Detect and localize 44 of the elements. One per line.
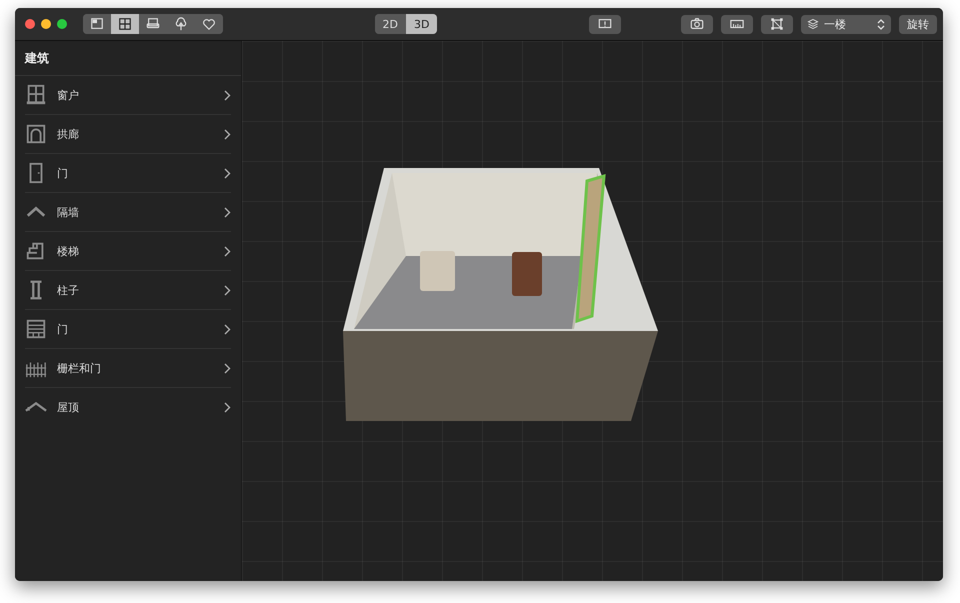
tool-button[interactable]: [721, 14, 753, 34]
sofa-icon: [146, 17, 160, 31]
tool-button[interactable]: [681, 14, 713, 34]
chevron-right-icon: [224, 402, 231, 412]
mode-tab[interactable]: 3D: [406, 14, 438, 34]
category-item[interactable]: 柱子: [25, 271, 231, 310]
chevron-right-icon: [224, 362, 231, 374]
window-icon: [25, 84, 47, 106]
sidebar-title: 建筑: [15, 41, 241, 76]
camera-icon: [690, 17, 704, 31]
tool-button[interactable]: [761, 14, 793, 34]
chevron-right-icon: [224, 284, 231, 296]
chevron-right-icon: [224, 206, 231, 218]
grid-icon: [118, 17, 132, 31]
arch-icon: [25, 123, 47, 145]
category-item[interactable]: 屋顶: [25, 388, 231, 426]
tree-icon: [174, 17, 188, 31]
floor-select[interactable]: 一楼: [801, 14, 891, 34]
minimize-button[interactable]: [41, 19, 51, 29]
chevron-right-icon: [224, 128, 231, 140]
zoom-button[interactable]: [57, 19, 67, 29]
rotate-button[interactable]: 旋转: [899, 14, 937, 34]
category-item[interactable]: 拱廊: [25, 115, 231, 154]
heart-icon: [202, 17, 216, 31]
exclamation-screen-icon: [598, 17, 612, 31]
floor-plan-icon: [90, 17, 104, 31]
crop-icon: [770, 17, 784, 31]
chevron-right-icon: [224, 246, 231, 256]
category-item[interactable]: 楼梯: [25, 232, 231, 271]
tool-button[interactable]: [589, 14, 621, 34]
category-item[interactable]: 栅栏和门: [25, 349, 231, 388]
chevron-right-icon: [224, 168, 231, 178]
ruler-icon: [730, 17, 744, 31]
updown-chevron-icon: [877, 18, 885, 30]
chevron-right-icon: [224, 90, 231, 100]
shutter-icon: [25, 318, 47, 340]
layers-icon: [807, 18, 819, 30]
category-item[interactable]: 窗户: [25, 76, 231, 115]
category-item[interactable]: 门: [25, 310, 231, 349]
close-button[interactable]: [25, 19, 35, 29]
category-item[interactable]: 门: [25, 154, 231, 193]
view-button[interactable]: [111, 14, 139, 34]
chevron-right-icon: [224, 324, 231, 334]
category-item[interactable]: 隔墙: [25, 193, 231, 232]
